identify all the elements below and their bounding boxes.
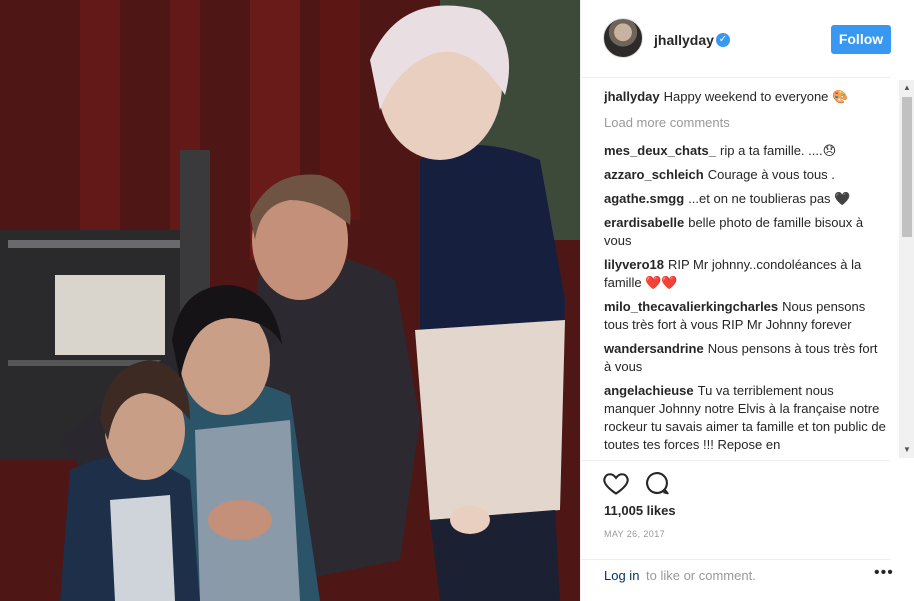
avatar[interactable] bbox=[603, 18, 643, 58]
palette-emoji: 🎨 bbox=[832, 89, 849, 104]
comment-username[interactable]: milo_thecavalierkingcharles bbox=[604, 299, 778, 314]
comment-item: erardisabelle belle photo de famille biso… bbox=[604, 214, 886, 250]
comment-item: agathe.smgg ...et on ne toublieras pas 🖤 bbox=[604, 190, 886, 208]
comment-username[interactable]: mes_deux_chats_ bbox=[604, 143, 716, 158]
red-hearts-emoji: ❤️❤️ bbox=[645, 275, 678, 290]
comment-username[interactable]: agathe.smgg bbox=[604, 191, 684, 206]
comments-list[interactable]: jhallyday Happy weekend to everyone 🎨 Loa… bbox=[604, 88, 886, 460]
comments-scrollbar[interactable]: ▲ ▼ bbox=[899, 80, 914, 458]
login-row: Log in to like or comment. ••• bbox=[581, 559, 894, 601]
comment-username[interactable]: wandersandrine bbox=[604, 341, 704, 356]
comment-text: rip a ta famille. .... bbox=[720, 143, 823, 158]
caption-text: Happy weekend to everyone bbox=[663, 89, 829, 104]
comment-username[interactable]: lilyvero18 bbox=[604, 257, 664, 272]
speech-bubble-icon[interactable] bbox=[643, 469, 671, 497]
scrollbar-thumb[interactable] bbox=[902, 97, 912, 237]
comment-item: milo_thecavalierkingcharles Nous pensons … bbox=[604, 298, 886, 334]
sad-face-emoji: 😞 bbox=[822, 143, 837, 158]
load-more-comments-link[interactable]: Load more comments bbox=[604, 114, 886, 132]
comment-text: Courage à vous tous . bbox=[707, 167, 835, 182]
post-actions: 11,005 likes MAY 26, 2017 Log in to like… bbox=[581, 460, 894, 601]
follow-button[interactable]: Follow bbox=[831, 25, 891, 54]
post-sidebar: jhallyday ✓ Follow jhallyday Happy weeken… bbox=[580, 0, 914, 601]
more-options-icon[interactable]: ••• bbox=[874, 564, 894, 582]
photo-illustration bbox=[0, 0, 580, 601]
scroll-up-arrow-icon[interactable]: ▲ bbox=[899, 80, 914, 96]
comment-item: mes_deux_chats_ rip a ta famille. ....😞 bbox=[604, 142, 886, 160]
comment-username[interactable]: angelachieuse bbox=[604, 383, 694, 398]
login-link[interactable]: Log in bbox=[604, 568, 639, 583]
comment-item: lilyvero18 RIP Mr johnny..condoléances à … bbox=[604, 256, 886, 292]
heart-outline-icon[interactable] bbox=[602, 469, 630, 497]
post-date: MAY 26, 2017 bbox=[604, 529, 666, 539]
comment-item: angelachieuse Tu va terriblement nous man… bbox=[604, 382, 886, 454]
verified-badge-icon: ✓ bbox=[716, 33, 730, 47]
header-username[interactable]: jhallyday bbox=[654, 32, 714, 48]
login-prompt-text: to like or comment. bbox=[646, 568, 756, 583]
comment-username[interactable]: azzaro_schleich bbox=[604, 167, 704, 182]
comment-username[interactable]: erardisabelle bbox=[604, 215, 684, 230]
post-header: jhallyday ✓ Follow bbox=[581, 0, 891, 78]
comment-item: azzaro_schleich Courage à vous tous . bbox=[604, 166, 886, 184]
black-heart-emoji: 🖤 bbox=[834, 191, 851, 206]
caption-username[interactable]: jhallyday bbox=[604, 89, 660, 104]
comment-item: wandersandrine Nous pensons à tous très f… bbox=[604, 340, 886, 376]
post-photo[interactable] bbox=[0, 0, 580, 601]
comment-text: ...et on ne toublieras pas bbox=[688, 191, 831, 206]
caption: jhallyday Happy weekend to everyone 🎨 bbox=[604, 88, 886, 106]
scroll-down-arrow-icon[interactable]: ▼ bbox=[899, 442, 914, 458]
likes-count[interactable]: 11,005 likes bbox=[604, 503, 676, 518]
